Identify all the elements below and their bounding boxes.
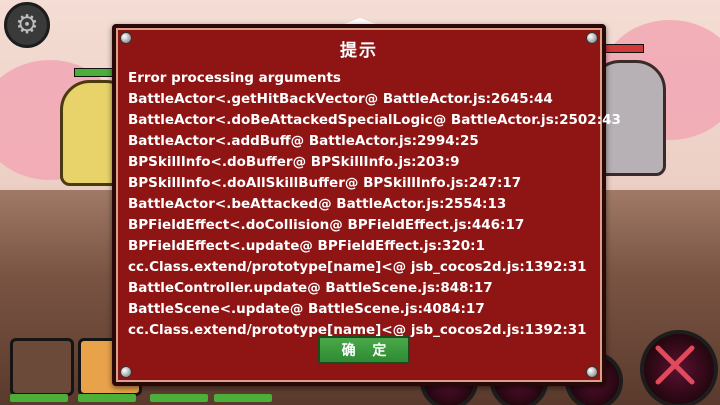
hero-energy-bar	[214, 394, 272, 402]
confirm-button[interactable]: 确 定	[318, 336, 410, 364]
dialog-title: 提示	[340, 41, 378, 61]
stack-trace-line: BattleActor<.getHitBackVector@ BattleAct…	[128, 91, 553, 107]
stack-trace-line: BattleController.update@ BattleScene.js:…	[128, 280, 493, 296]
hero-energy-bar	[10, 394, 68, 402]
stack-trace-line: BPFieldEffect<.update@ BPFieldEffect.js:…	[128, 238, 485, 254]
hero-energy-bar	[150, 394, 208, 402]
ultimate-skill-button[interactable]	[640, 330, 718, 405]
hero-portrait[interactable]	[10, 338, 74, 396]
settings-gear-icon[interactable]: ⚙	[4, 2, 50, 48]
stack-trace-line: BPSkillInfo<.doAllSkillBuffer@ BPSkillIn…	[128, 175, 522, 191]
stack-trace-line: BattleActor<.addBuff@ BattleActor.js:299…	[128, 133, 479, 149]
stack-trace-line: BattleScene<.update@ BattleScene.js:4084…	[128, 301, 485, 317]
error-dialog: 提示 Error processing arguments BattleActo…	[112, 24, 621, 386]
hero-energy-bar	[78, 394, 136, 402]
crossed-swords-icon	[655, 345, 695, 385]
rivet-decoration	[586, 366, 598, 378]
error-message: Error processing arguments BattleActor<.…	[128, 68, 621, 341]
stack-trace-line: BPFieldEffect<.doCollision@ BPFieldEffec…	[128, 217, 525, 233]
stack-trace-line: cc.Class.extend/prototype[name]<@ jsb_co…	[128, 259, 587, 275]
enemy-hp-fill	[603, 45, 643, 52]
stack-trace-line: BattleActor<.doBeAttackedSpecialLogic@ B…	[128, 112, 621, 128]
rivet-decoration	[120, 366, 132, 378]
error-line: Error processing arguments	[128, 70, 341, 86]
enemy-hp-bar	[602, 44, 644, 53]
stack-trace-line: BattleActor<.beAttacked@ BattleActor.js:…	[128, 196, 507, 212]
stack-trace-line: BPSkillInfo<.doBuffer@ BPSkillInfo.js:20…	[128, 154, 460, 170]
